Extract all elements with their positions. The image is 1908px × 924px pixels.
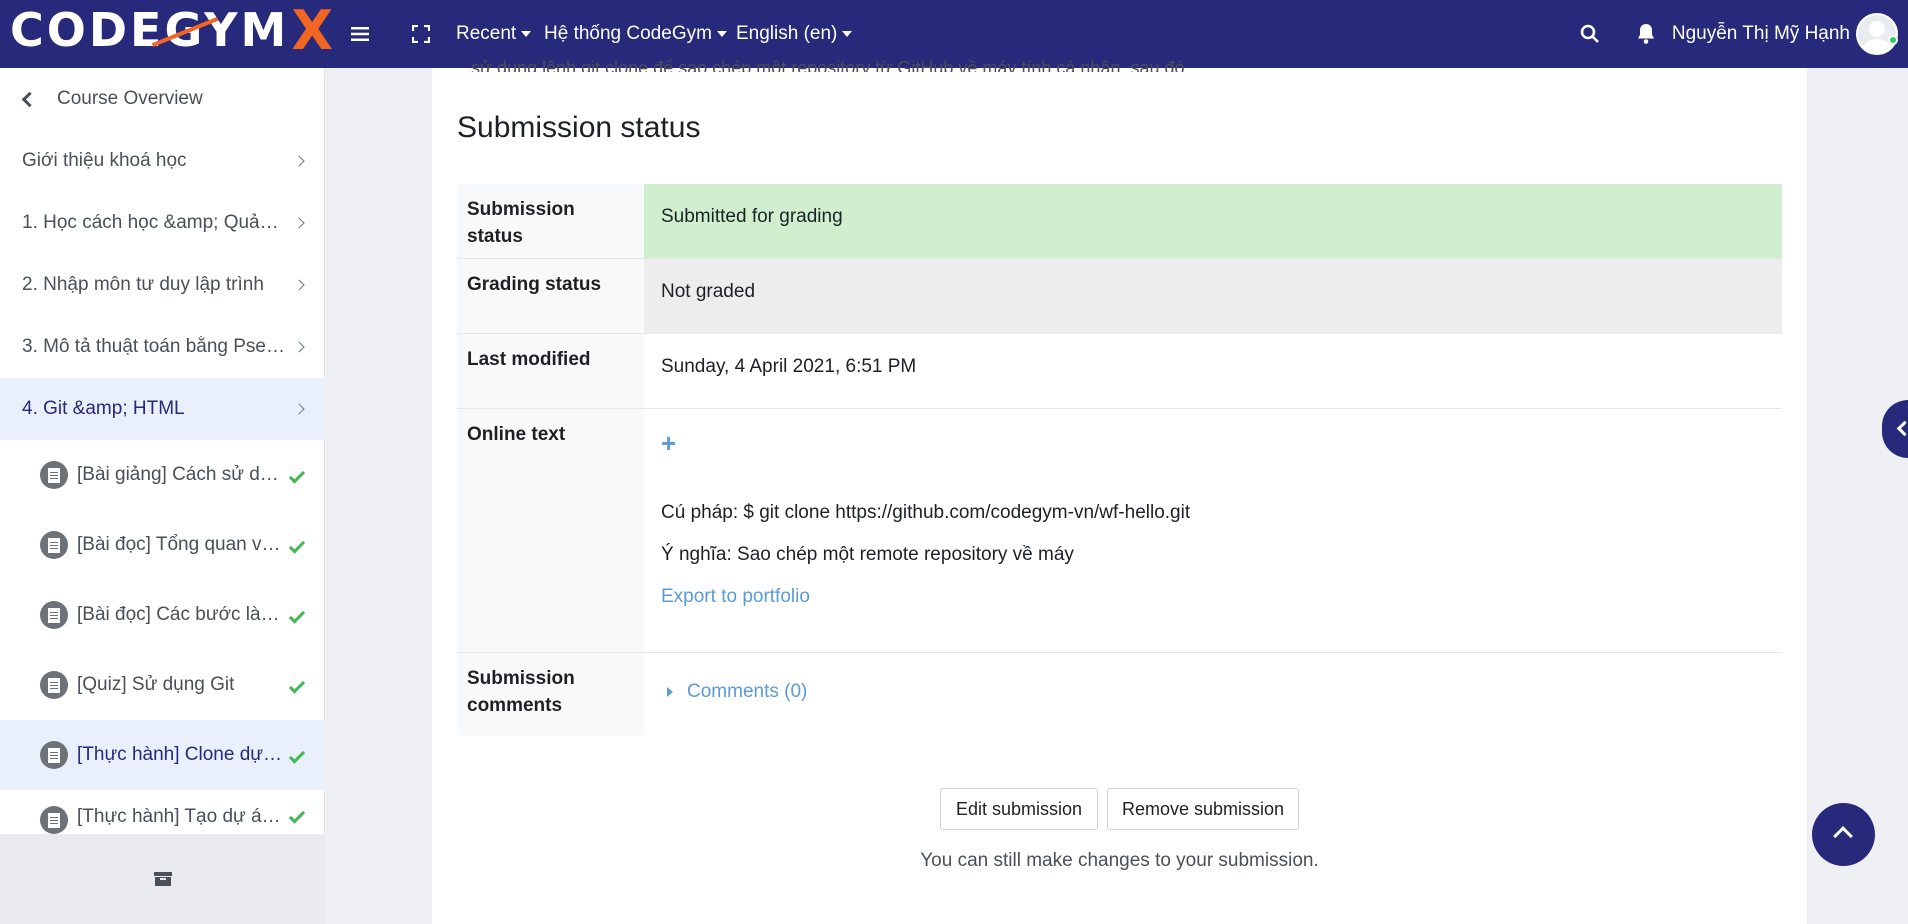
clipped-description-text: ...sử dụng lệnh git clone để sao chép mộ… [456,58,1200,72]
nav-menu-language[interactable]: English (en) [736,16,853,52]
nav-menu-he-thong[interactable]: Hệ thống CodeGym [544,16,727,52]
course-index-sidebar: Course Overview Giới thiệu khoá học 1. H… [0,68,325,924]
sidebar-section-1[interactable]: 1. Học cách học &amp; Quản lí... [0,192,325,254]
chevron-right-icon [293,403,305,415]
sidebar-footer [0,834,325,924]
online-text-cell: + Cú pháp: $ git clone https://github.co… [644,409,1782,652]
sidebar-activity[interactable]: [Bài đọc] Các bước làm ... [0,580,325,650]
online-text-line: Cú pháp: $ git clone https://github.com/… [661,502,1191,523]
page-icon [40,601,68,629]
chevron-up-icon [1833,826,1853,846]
submission-status-value: Submitted for grading [644,184,1782,258]
row-header: Submission comments [457,653,644,735]
sidebar-activity[interactable]: [Bài đọc] Tổng quan về ... [0,510,325,580]
archive-icon[interactable] [153,872,172,886]
chevron-down-icon [521,31,532,37]
export-portfolio-link[interactable]: Export to portfolio [661,586,1765,608]
sidebar-section-4[interactable]: 4. Git &amp; HTML [0,378,325,440]
assignment-icon [40,806,68,834]
open-drawer-button[interactable] [1882,400,1908,458]
activity-label: [Bài đọc] Các bước làm ... [77,604,287,625]
activity-label: [Thực hành] Clone dự á... [77,744,287,765]
table-row: Last modified Sunday, 4 April 2021, 6:51… [457,334,1782,409]
logo-text: CODEGYM [10,3,290,57]
nav-menu-recent[interactable]: Recent [456,16,532,52]
activity-label: [Bài đọc] Tổng quan về ... [77,534,287,555]
assignment-icon [40,741,68,769]
table-row: Grading status Not graded [457,259,1782,334]
chevron-right-icon [293,155,305,167]
codegym-logo[interactable]: CODEGYM X [10,0,336,62]
comments-cell: Comments (0) [644,653,1782,735]
page-icon [40,461,68,489]
edit-submission-button[interactable]: Edit submission [940,788,1098,830]
quiz-icon [40,671,68,699]
chevron-down-icon [716,31,727,37]
completion-check-icon [288,536,306,554]
submission-note: You can still make changes to your submi… [920,850,1319,871]
sidebar-activity[interactable]: [Quiz] Sử dụng Git [0,650,325,720]
sidebar-section-3[interactable]: 3. Mô tả thuật toán bằng Pseu... [0,316,325,378]
section-label: Giới thiệu khoá học [22,150,187,171]
activity-label: [Bài giảng] Cách sử dụn... [77,464,287,485]
table-row: Submission comments Comments (0) [457,653,1782,735]
submission-status-table: Submission status Submitted for grading … [457,184,1782,735]
completion-check-icon [288,606,306,624]
course-overview-label: Course Overview [57,88,203,109]
chevron-right-icon [293,279,305,291]
row-header: Submission status [457,184,644,258]
section-label: 3. Mô tả thuật toán bằng Pseu... [22,336,287,357]
completion-check-icon [288,807,306,824]
sidebar-activity[interactable]: [Bài giảng] Cách sử dụn... [0,440,325,510]
nav-menu-he-thong-label: Hệ thống CodeGym [544,23,712,44]
user-name: Nguyễn Thị Mỹ Hạnh [1671,23,1850,44]
sidebar-section-intro[interactable]: Giới thiệu khoá học [0,130,325,192]
chevron-down-icon [842,31,853,37]
sidebar-activity-current[interactable]: [Thực hành] Clone dự á... [0,720,325,790]
row-header: Last modified [457,334,644,408]
grading-status-value: Not graded [644,259,1782,333]
comments-toggle[interactable]: Comments (0) [661,681,1765,703]
row-header: Grading status [457,259,644,333]
online-status-dot [1888,35,1898,45]
fullscreen-icon[interactable] [401,14,441,54]
last-modified-value: Sunday, 4 April 2021, 6:51 PM [661,356,917,377]
online-text-line: Ý nghĩa: Sao chép một remote repository … [661,544,1074,565]
chevron-left-icon [21,91,38,107]
table-row: Online text + Cú pháp: $ git clone https… [457,409,1782,653]
section-label: 2. Nhập môn tư duy lập trình [22,274,264,295]
hamburger-menu-icon[interactable] [340,14,380,54]
nav-menu-language-label: English (en) [736,23,838,44]
chevron-right-icon [293,217,305,229]
notification-bell-icon[interactable] [1626,14,1666,54]
logo-x: X [291,0,336,62]
table-row: Submission status Submitted for grading [457,184,1782,259]
completion-check-icon [288,676,306,694]
activity-label: [Thực hành] Tạo dự án ... [77,806,287,827]
search-icon[interactable] [1570,14,1610,54]
caret-right-icon [667,687,673,697]
activity-label: [Quiz] Sử dụng Git [77,674,235,695]
completion-check-icon [288,466,306,484]
remove-submission-button[interactable]: Remove submission [1107,788,1299,830]
section-label: 4. Git &amp; HTML [22,398,185,419]
sidebar-activity[interactable]: [Thực hành] Tạo dự án ... [0,790,325,834]
avatar-head [1869,21,1885,37]
row-header: Online text [457,409,644,652]
course-overview-link[interactable]: Course Overview [0,68,325,130]
user-menu[interactable]: Nguyễn Thị Mỹ Hạnh [1672,14,1850,54]
page-title: Submission status [457,111,701,144]
expand-plus-icon[interactable]: + [661,430,676,456]
sidebar-section-2[interactable]: 2. Nhập môn tư duy lập trình [0,254,325,316]
section-label: 1. Học cách học &amp; Quản lí... [22,212,287,233]
comments-link: Comments (0) [687,681,808,702]
chevron-right-icon [293,341,305,353]
page-icon [40,531,68,559]
nav-menu-recent-label: Recent [456,23,517,44]
chevron-left-icon [1896,420,1908,437]
avatar[interactable] [1856,13,1898,55]
completion-check-icon [288,746,306,764]
back-to-top-button[interactable] [1812,803,1875,866]
main-content: ...sử dụng lệnh git clone để sao chép mộ… [432,58,1807,924]
